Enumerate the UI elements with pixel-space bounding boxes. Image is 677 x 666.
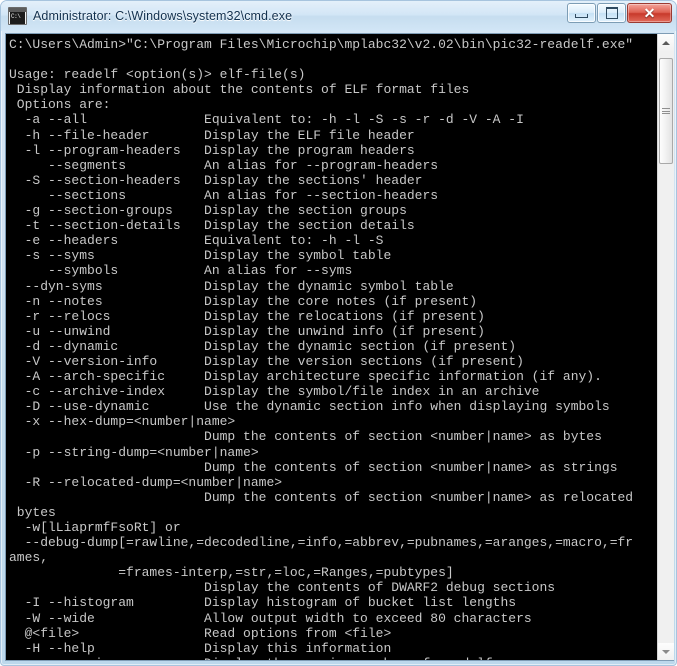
console-line: -s --syms Display the symbol table	[9, 248, 392, 264]
console-line: -g --section-groups Display the section …	[9, 203, 407, 219]
caption-buttons: ✕	[567, 3, 672, 23]
console-line: Display the contents of DWARF2 debug sec…	[9, 580, 556, 596]
console-line: -W --wide Allow output width to exceed 8…	[9, 610, 532, 626]
console-line: --dyn-syms Display the dynamic symbol ta…	[9, 278, 454, 294]
chevron-up-icon	[662, 40, 670, 45]
console-line: ames,	[9, 550, 49, 566]
window-title: Administrator: C:\Windows\system32\cmd.e…	[33, 9, 293, 23]
cmd-icon: C:\	[8, 7, 27, 25]
console-line: Dump the contents of section <number|nam…	[9, 429, 602, 445]
minimize-icon	[575, 13, 588, 18]
console-line: -x --hex-dump=<number|name>	[9, 414, 236, 430]
console-line: -D --use-dynamic Use the dynamic section…	[9, 399, 610, 415]
console-line: --sections An alias for --section-header…	[9, 187, 439, 203]
cmd-icon-glyph: C:\	[10, 12, 25, 24]
title-bar[interactable]: C:\ Administrator: C:\Windows\system32\c…	[1, 1, 676, 31]
console-line: -t --section-details Display the section…	[9, 218, 415, 234]
scroll-down-button[interactable]	[658, 643, 674, 660]
console-line: -e --headers Equivalent to: -h -l -S	[9, 233, 384, 249]
console-line: Usage: readelf <option(s)> elf-file(s)	[9, 67, 306, 83]
console-line: C:\Users\Admin>"C:\Program Files\Microch…	[9, 37, 634, 52]
console-line: -A --arch-specific Display architecture …	[9, 369, 602, 385]
console-line: -S --section-headers Display the section…	[9, 172, 423, 188]
console-line: -R --relocated-dump=<number|name>	[9, 474, 283, 490]
console-line: bytes	[9, 504, 56, 520]
chevron-down-icon	[662, 649, 670, 654]
console-line: -a --all Equivalent to: -h -l -S -s -r -…	[9, 112, 524, 128]
maximize-icon	[605, 7, 618, 19]
console-output[interactable]: C:\Users\Admin>"C:\Program Files\Microch…	[6, 34, 657, 660]
maximize-button[interactable]	[597, 3, 626, 23]
console-line: Options are:	[9, 97, 111, 113]
console-line: -p --string-dump=<number|name>	[9, 444, 259, 460]
scroll-up-button[interactable]	[658, 34, 674, 51]
console-line: Dump the contents of section <number|nam…	[9, 489, 634, 505]
console-line: =frames-interp,=str,=loc,=Ranges,=pubtyp…	[9, 565, 454, 581]
scrollbar-thumb[interactable]	[659, 58, 673, 164]
console-line: -d --dynamic Display the dynamic section…	[9, 338, 517, 354]
console-client-area: C:\Users\Admin>"C:\Program Files\Microch…	[5, 33, 674, 661]
console-line: -u --unwind Display the unwind info (if …	[9, 323, 485, 339]
console-line: Dump the contents of section <number|nam…	[9, 459, 618, 475]
scrollbar-grip-icon	[662, 108, 670, 114]
console-line: Display information about the contents o…	[9, 82, 470, 98]
console-line: -c --archive-index Display the symbol/fi…	[9, 384, 540, 400]
console-line: -n --notes Display the core notes (if pr…	[9, 293, 478, 309]
console-line: -V --version-info Display the version se…	[9, 353, 524, 369]
console-line: -h --file-header Display the ELF file he…	[9, 127, 415, 143]
minimize-button[interactable]	[567, 3, 596, 23]
close-icon: ✕	[643, 5, 656, 21]
close-button[interactable]: ✕	[627, 3, 672, 23]
console-line: -l --program-headers Display the program…	[9, 142, 415, 158]
console-line: -v --version Display the version number …	[9, 656, 657, 660]
console-line: --debug-dump[=rawline,=decodedline,=info…	[9, 535, 634, 551]
console-line: -I --histogram Display histogram of buck…	[9, 595, 517, 611]
console-line: @<file> Read options from <file>	[9, 625, 392, 641]
console-line: -w[lLiaprmfFsoRt] or	[9, 520, 181, 535]
console-line: --segments An alias for --program-header…	[9, 157, 439, 173]
cmd-window: C:\ Administrator: C:\Windows\system32\c…	[0, 0, 677, 666]
console-line: -H --help Display this information	[9, 640, 392, 656]
vertical-scrollbar[interactable]	[657, 34, 674, 660]
console-line: --symbols An alias for --syms	[9, 263, 353, 279]
console-line: -r --relocs Display the relocations (if …	[9, 308, 485, 324]
